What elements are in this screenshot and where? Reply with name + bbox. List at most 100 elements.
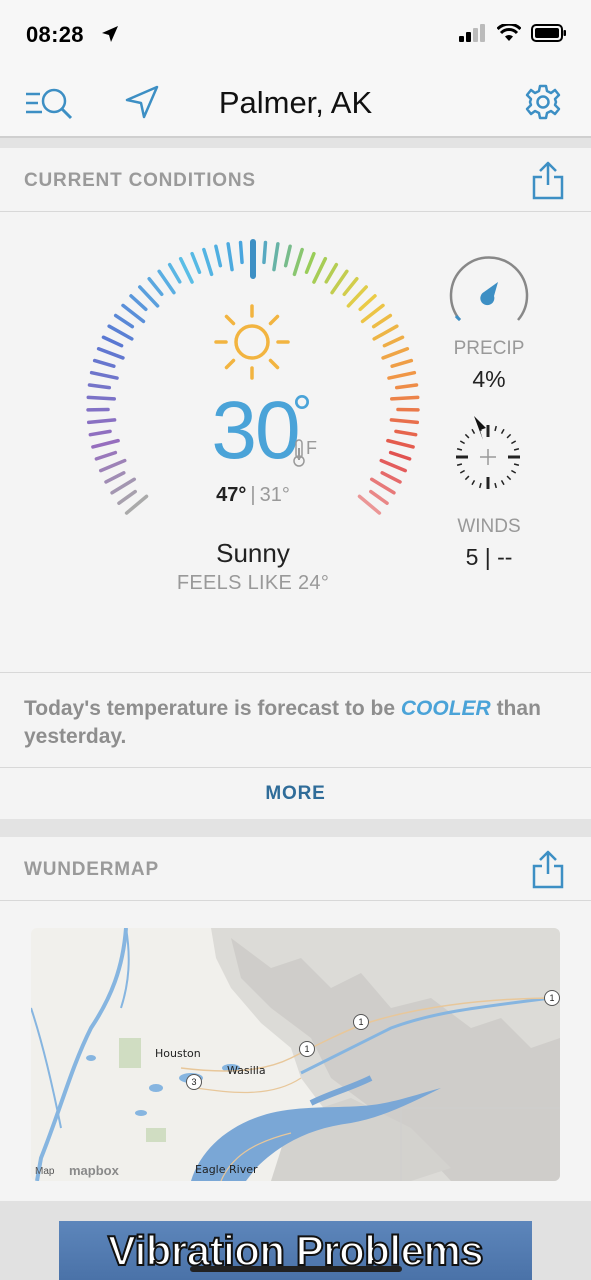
compass-tick <box>471 480 476 486</box>
route-badge: 1 <box>544 990 560 1006</box>
dial-tick <box>394 383 419 390</box>
dial-tick <box>121 303 146 324</box>
compass-tick <box>513 463 520 467</box>
dial-tick <box>283 244 292 268</box>
compass-tick <box>459 469 465 474</box>
dial-tick <box>157 269 176 295</box>
dial-tick <box>390 395 420 401</box>
wundermap-map[interactable]: Houston Wasilla Eagle River 3 1 1 1 Map … <box>31 928 560 1181</box>
dial-tick <box>94 450 118 461</box>
current-conditions-title: CURRENT CONDITIONS <box>24 170 256 191</box>
forecast-emphasis: COOLER <box>400 697 491 720</box>
dial-tick <box>89 370 119 380</box>
map-attribution[interactable]: Map <box>35 1166 54 1177</box>
compass-tick <box>464 433 470 439</box>
compass-tick <box>511 469 517 474</box>
signal-icon <box>459 24 485 42</box>
dial-tick <box>388 450 412 461</box>
dial-tick <box>272 242 280 272</box>
compass-tick <box>478 482 482 489</box>
more-button[interactable]: MORE <box>0 783 591 805</box>
forecast-text: Today's temperature is forecast to be CO… <box>24 695 572 751</box>
winds-label: WINDS <box>457 516 521 537</box>
feels-like: FEELS LIKE 24° <box>176 572 330 594</box>
share-icon[interactable] <box>531 849 565 889</box>
precip-gauge[interactable] <box>446 252 532 332</box>
winds-value: 5 | -- <box>465 544 513 570</box>
compass-tick <box>500 428 505 434</box>
dial-tick <box>312 256 328 284</box>
dial-tick <box>147 277 164 297</box>
dial-tick <box>190 251 202 274</box>
dial-tick <box>386 438 415 449</box>
dial-tick <box>389 418 420 425</box>
compass-tick <box>494 482 498 489</box>
status-time: 08:28 <box>26 22 84 47</box>
dial-tick <box>358 294 377 312</box>
settings-gear-icon[interactable] <box>525 84 561 120</box>
status-bar: 08:28 <box>0 0 591 70</box>
section-divider <box>0 819 591 837</box>
more-row: MORE <box>0 767 591 819</box>
high-low-separator: | <box>250 484 256 506</box>
dial-tick <box>104 471 126 484</box>
section-divider <box>0 138 591 148</box>
map-label-houston: Houston <box>155 1047 201 1060</box>
location-arrow-icon <box>102 26 118 42</box>
wind-compass[interactable] <box>452 412 524 492</box>
current-conditions-panel: 30 ° F 47° | 31° Sunny FEELS LIKE 24° PREC… <box>0 212 591 672</box>
compass-tick <box>464 475 470 481</box>
precip-value: 4% <box>472 366 506 392</box>
precip-label: PRECIP <box>453 338 525 359</box>
dial-tick <box>382 335 405 348</box>
wundermap-title: WUNDERMAP <box>24 859 159 880</box>
dial-tick <box>387 370 417 380</box>
compass-center <box>480 449 496 465</box>
compass-tick <box>471 428 476 434</box>
dial-tick <box>380 471 402 484</box>
high-low-temps: 47° | 31° <box>0 484 506 507</box>
route-badge: 3 <box>186 1074 202 1090</box>
dial-tick <box>371 313 393 329</box>
route-badge: 1 <box>353 1014 369 1030</box>
dial-tick <box>214 244 223 268</box>
home-indicator[interactable] <box>190 1266 402 1272</box>
dial-tick <box>92 358 116 368</box>
current-conditions-header: CURRENT CONDITIONS <box>0 148 591 212</box>
high-temp: 47° <box>216 484 247 506</box>
compass-tick <box>500 480 505 486</box>
dial-tick <box>87 383 112 390</box>
dial-tick <box>226 242 234 272</box>
dial-tick <box>91 438 120 449</box>
dial-tick <box>129 294 148 312</box>
dial-tick <box>292 247 304 277</box>
dial-tick <box>381 347 410 360</box>
dial-tick <box>360 303 385 324</box>
dial-tick <box>372 324 399 341</box>
dial-tick <box>101 335 124 348</box>
dial-tick <box>262 240 268 265</box>
degree-symbol: ° <box>292 385 312 441</box>
compass-tick <box>459 440 465 445</box>
wundermap-header: WUNDERMAP <box>0 837 591 901</box>
status-icons <box>459 24 567 42</box>
mapbox-logo: mapbox <box>69 1163 119 1178</box>
map-label-wasilla: Wasilla <box>227 1064 266 1077</box>
compass-tick <box>494 425 498 432</box>
dial-tick <box>178 256 194 284</box>
location-title[interactable]: Palmer, AK <box>0 85 591 121</box>
dial-tick <box>342 277 359 297</box>
compass-tick <box>456 463 463 467</box>
temperature-unit: F <box>306 438 317 458</box>
low-temp: 31° <box>259 484 290 506</box>
forecast-text-before: Today's temperature is forecast to be <box>24 697 401 720</box>
map-terrain <box>31 928 560 1181</box>
dial-tick <box>394 429 418 437</box>
dial-tick <box>330 269 349 295</box>
compass-tick <box>511 440 517 445</box>
share-icon[interactable] <box>531 160 565 200</box>
dial-tick <box>324 262 339 284</box>
dial-tick <box>88 429 112 437</box>
route-badge: 1 <box>299 1041 315 1057</box>
dial-tick <box>304 251 316 274</box>
